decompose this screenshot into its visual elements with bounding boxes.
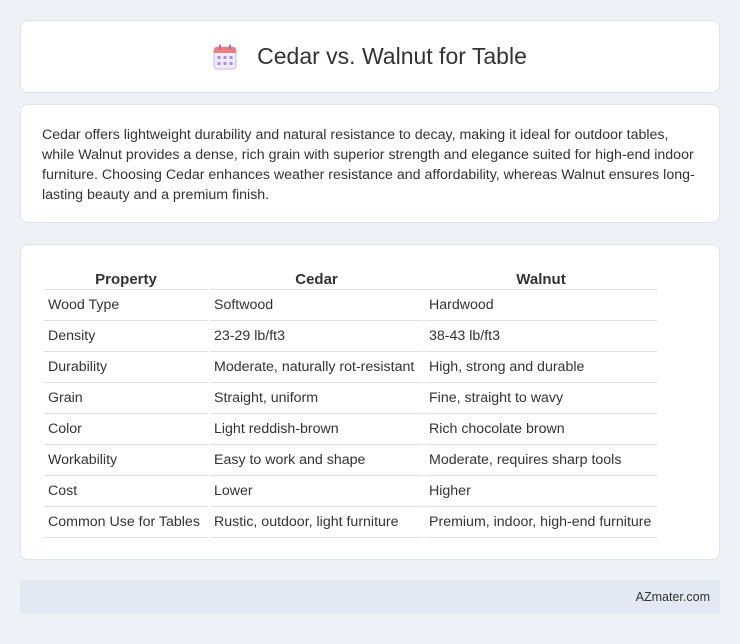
comparison-card: Property Cedar Walnut Wood Type Softwood… xyxy=(20,244,720,560)
table-header-row: Property Cedar Walnut xyxy=(44,266,657,290)
cell-cedar: Rustic, outdoor, light furniture xyxy=(210,507,423,538)
page-title: Cedar vs. Walnut for Table xyxy=(257,43,527,69)
table-row: Cost Lower Higher xyxy=(44,476,657,507)
cell-walnut: Higher xyxy=(425,476,657,507)
cell-cedar: Moderate, naturally rot-resistant xyxy=(210,352,423,383)
cell-property: Grain xyxy=(44,383,208,414)
title-row: Cedar vs. Walnut for Table xyxy=(213,43,527,70)
cell-walnut: 38-43 lb/ft3 xyxy=(425,321,657,352)
footer-bar: AZmater.com xyxy=(20,580,720,614)
cell-property: Cost xyxy=(44,476,208,507)
table-row: Durability Moderate, naturally rot-resis… xyxy=(44,352,657,383)
cell-cedar: Light reddish-brown xyxy=(210,414,423,445)
table-row: Grain Straight, uniform Fine, straight t… xyxy=(44,383,657,414)
table-row: Common Use for Tables Rustic, outdoor, l… xyxy=(44,507,657,538)
cell-property: Density xyxy=(44,321,208,352)
table-row: Wood Type Softwood Hardwood xyxy=(44,290,657,321)
cell-cedar: Easy to work and shape xyxy=(210,445,423,476)
cell-property: Wood Type xyxy=(44,290,208,321)
cell-cedar: 23-29 lb/ft3 xyxy=(210,321,423,352)
comparison-table: Property Cedar Walnut Wood Type Softwood… xyxy=(42,266,659,538)
description-card: Cedar offers lightweight durability and … xyxy=(20,104,720,223)
cell-walnut: Hardwood xyxy=(425,290,657,321)
header-cedar: Cedar xyxy=(210,266,423,290)
cell-cedar: Softwood xyxy=(210,290,423,321)
table-row: Color Light reddish-brown Rich chocolate… xyxy=(44,414,657,445)
cell-cedar: Lower xyxy=(210,476,423,507)
cell-property: Color xyxy=(44,414,208,445)
description-text: Cedar offers lightweight durability and … xyxy=(42,127,695,203)
header-property: Property xyxy=(44,266,208,290)
table-row: Density 23-29 lb/ft3 38-43 lb/ft3 xyxy=(44,321,657,352)
cell-walnut: Premium, indoor, high-end furniture xyxy=(425,507,657,538)
cell-property: Workability xyxy=(44,445,208,476)
cell-cedar: Straight, uniform xyxy=(210,383,423,414)
table-row: Workability Easy to work and shape Moder… xyxy=(44,445,657,476)
cell-walnut: Rich chocolate brown xyxy=(425,414,657,445)
cell-property: Common Use for Tables xyxy=(44,507,208,538)
calendar-icon xyxy=(213,44,237,69)
cell-walnut: High, strong and durable xyxy=(425,352,657,383)
footer-brand-link[interactable]: AZmater.com xyxy=(636,590,710,604)
header-walnut: Walnut xyxy=(425,266,657,290)
cell-property: Durability xyxy=(44,352,208,383)
cell-walnut: Moderate, requires sharp tools xyxy=(425,445,657,476)
cell-walnut: Fine, straight to wavy xyxy=(425,383,657,414)
title-card: Cedar vs. Walnut for Table xyxy=(20,20,720,93)
